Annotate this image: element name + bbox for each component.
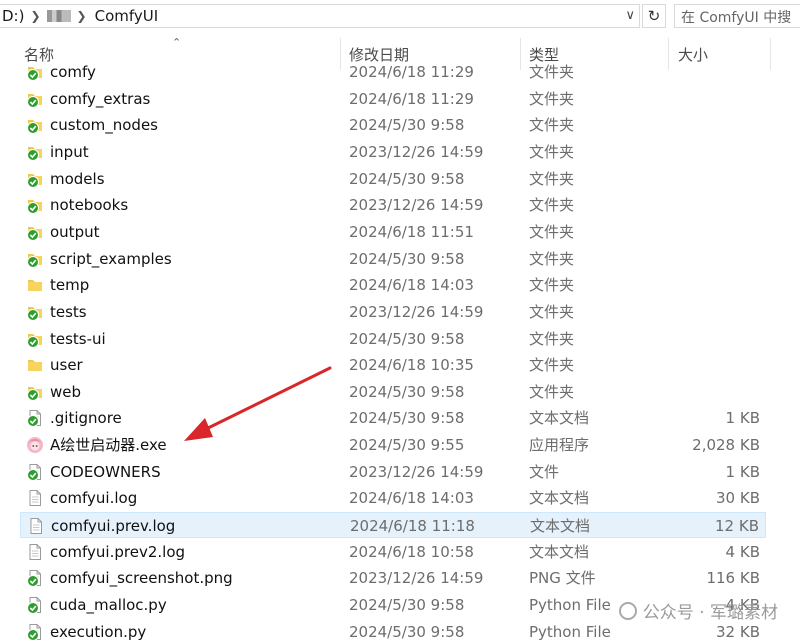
wechat-icon bbox=[618, 601, 637, 620]
annotation-arrow bbox=[184, 366, 332, 441]
watermark-text: 公众号 · 军璐素材 bbox=[642, 603, 778, 623]
watermark: 公众号 · 军璐素材 bbox=[618, 598, 778, 623]
